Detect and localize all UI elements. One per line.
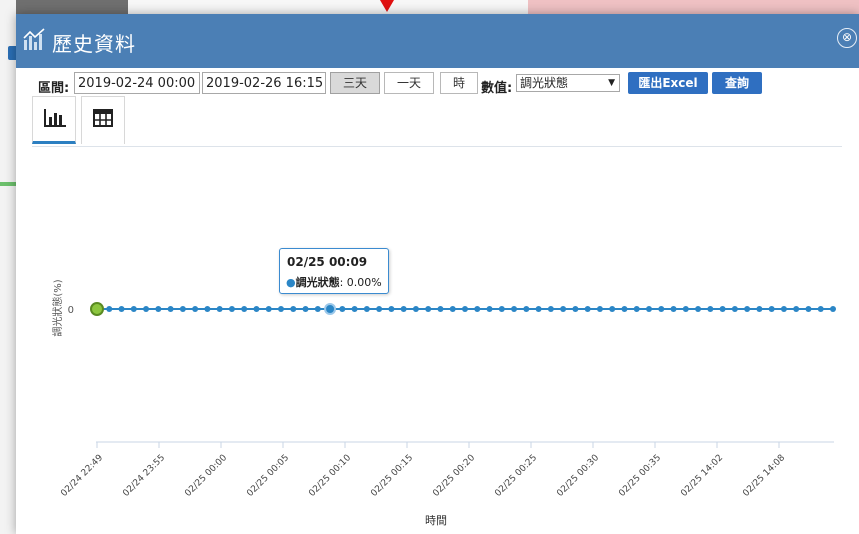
data-point[interactable]: [376, 306, 383, 312]
data-point[interactable]: [143, 306, 150, 312]
data-point[interactable]: [216, 306, 223, 312]
x-tick-label: 02/25 00:30: [555, 453, 601, 499]
y-axis-label: 調光狀態(%): [51, 279, 64, 336]
x-tick-label: 02/25 14:02: [679, 453, 725, 499]
tick-layer: 02/24 22:49 02/24 23:55 02/25 00:00 02/25 0…: [59, 442, 787, 499]
data-point[interactable]: [707, 306, 714, 312]
data-point[interactable]: [167, 306, 174, 312]
data-point[interactable]: [621, 306, 628, 312]
x-tick-label: 02/25 00:10: [307, 453, 353, 499]
data-point-first[interactable]: [90, 302, 104, 316]
chart-tooltip: 02/25 00:09 ●調光狀態: 0.00%: [279, 248, 389, 294]
tooltip-value: : 0.00%: [339, 276, 382, 289]
background-app-header: [128, 0, 528, 14]
tooltip-title: 02/25 00:09: [287, 255, 368, 269]
x-tick-label: 02/24 23:55: [121, 453, 167, 499]
data-point[interactable]: [523, 306, 530, 312]
data-point[interactable]: [339, 306, 346, 312]
data-point[interactable]: [290, 306, 297, 312]
data-point[interactable]: [768, 306, 775, 312]
data-point[interactable]: [388, 306, 395, 312]
data-point[interactable]: [744, 306, 751, 312]
data-point[interactable]: [670, 306, 677, 312]
x-tick-label: 02/25 00:15: [369, 453, 415, 499]
data-point[interactable]: [437, 306, 444, 312]
data-point[interactable]: [695, 306, 702, 312]
background-app-panel: [0, 0, 16, 534]
x-tick-label: 02/25 00:05: [245, 453, 291, 499]
data-point-hovered[interactable]: [324, 303, 337, 315]
data-point[interactable]: [363, 306, 370, 312]
tooltip-bullet: ●: [286, 276, 296, 289]
data-point[interactable]: [155, 306, 162, 312]
data-point[interactable]: [400, 306, 407, 312]
background-green-strip: [0, 182, 16, 186]
data-point[interactable]: [425, 306, 432, 312]
background-red-marker: [380, 0, 394, 12]
data-point[interactable]: [106, 306, 113, 312]
data-point[interactable]: [682, 306, 689, 312]
data-point[interactable]: [646, 306, 652, 312]
data-point[interactable]: [658, 306, 665, 312]
data-point[interactable]: [192, 306, 199, 312]
data-point[interactable]: [351, 306, 358, 312]
data-point[interactable]: [204, 306, 211, 312]
data-point[interactable]: [314, 306, 321, 312]
data-point[interactable]: [241, 306, 248, 312]
data-point[interactable]: [633, 306, 640, 312]
x-tick-label: 02/25 00:35: [617, 453, 663, 499]
history-line-chart: 調光狀態(%) 時間 0 02/24 22:49 02/24 23:55 02/25…: [51, 279, 836, 527]
data-point[interactable]: [535, 306, 542, 312]
data-point[interactable]: [253, 306, 260, 312]
data-point[interactable]: [547, 306, 554, 312]
data-point[interactable]: [719, 306, 726, 312]
x-axis-label: 時間: [425, 514, 447, 527]
data-point[interactable]: [596, 306, 603, 312]
data-point[interactable]: [731, 306, 738, 312]
data-point[interactable]: [830, 306, 836, 312]
data-point[interactable]: [265, 306, 272, 312]
data-point[interactable]: [817, 306, 824, 312]
data-point[interactable]: [498, 306, 505, 312]
x-tick-label: 02/25 00:00: [183, 453, 229, 499]
series-layer: 0: [68, 302, 836, 316]
data-point[interactable]: [609, 306, 616, 312]
data-point[interactable]: [560, 306, 567, 312]
x-tick-label: 02/25 14:08: [741, 453, 787, 499]
data-point[interactable]: [130, 306, 137, 312]
background-alert-bar: [528, 0, 859, 14]
data-point[interactable]: [179, 306, 186, 312]
data-point[interactable]: [793, 306, 800, 312]
data-point[interactable]: [412, 306, 419, 312]
data-point[interactable]: [584, 306, 591, 312]
data-point[interactable]: [228, 306, 235, 312]
history-data-dialog: 歷史資料 ⊗ 區間: 2019-02-24 00:00 2019-02-26 1…: [16, 14, 859, 534]
data-point[interactable]: [780, 306, 787, 312]
data-point[interactable]: [474, 306, 481, 312]
data-point[interactable]: [302, 306, 309, 312]
data-point[interactable]: [449, 306, 456, 312]
data-point[interactable]: [805, 306, 812, 312]
data-point[interactable]: [278, 306, 284, 312]
data-point[interactable]: [756, 306, 763, 312]
data-point[interactable]: [511, 306, 518, 312]
data-point[interactable]: [572, 306, 579, 312]
tooltip-series-name: 調光狀態: [295, 276, 340, 289]
y-tick-label: 0: [68, 305, 74, 316]
data-point[interactable]: [486, 306, 493, 312]
x-tick-label: 02/25 00:20: [431, 453, 477, 499]
x-tick-label: 02/25 00:25: [493, 453, 539, 499]
x-tick-label: 02/24 22:49: [59, 453, 105, 499]
data-point[interactable]: [462, 306, 468, 312]
tooltip-row: ●調光狀態: 0.00%: [286, 274, 382, 290]
data-point[interactable]: [118, 306, 125, 312]
